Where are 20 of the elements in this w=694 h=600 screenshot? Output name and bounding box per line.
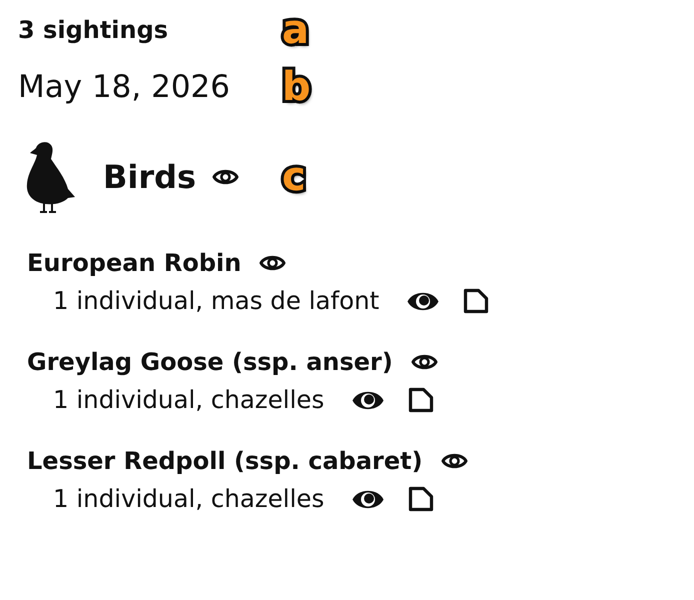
- sighting-detail: 1 individual, chazelles: [53, 386, 324, 414]
- callout-label: a: [282, 10, 309, 50]
- sighting-detail: 1 individual, chazelles: [53, 485, 324, 513]
- bird-icon: [25, 140, 75, 214]
- document-icon[interactable]: [408, 387, 434, 413]
- eye-icon[interactable]: [212, 167, 240, 187]
- sighting-detail: 1 individual, mas de lafont: [53, 287, 380, 315]
- eye-icon[interactable]: [440, 451, 468, 471]
- date-heading: May 18, 2026: [18, 68, 230, 107]
- callout-label: c: [282, 157, 306, 197]
- sightings-count: 3 sightings: [18, 15, 168, 46]
- document-icon[interactable]: [408, 486, 434, 512]
- eye-icon[interactable]: [410, 352, 438, 372]
- species-name: Greylag Goose (ssp. anser): [27, 348, 393, 376]
- eye-icon[interactable]: [259, 253, 286, 273]
- group-title: Birds: [103, 157, 196, 197]
- species-name: Lesser Redpoll (ssp. cabaret): [27, 447, 423, 475]
- species-name: European Robin: [27, 249, 242, 277]
- callout-label: b: [282, 67, 311, 107]
- document-icon[interactable]: [463, 288, 490, 314]
